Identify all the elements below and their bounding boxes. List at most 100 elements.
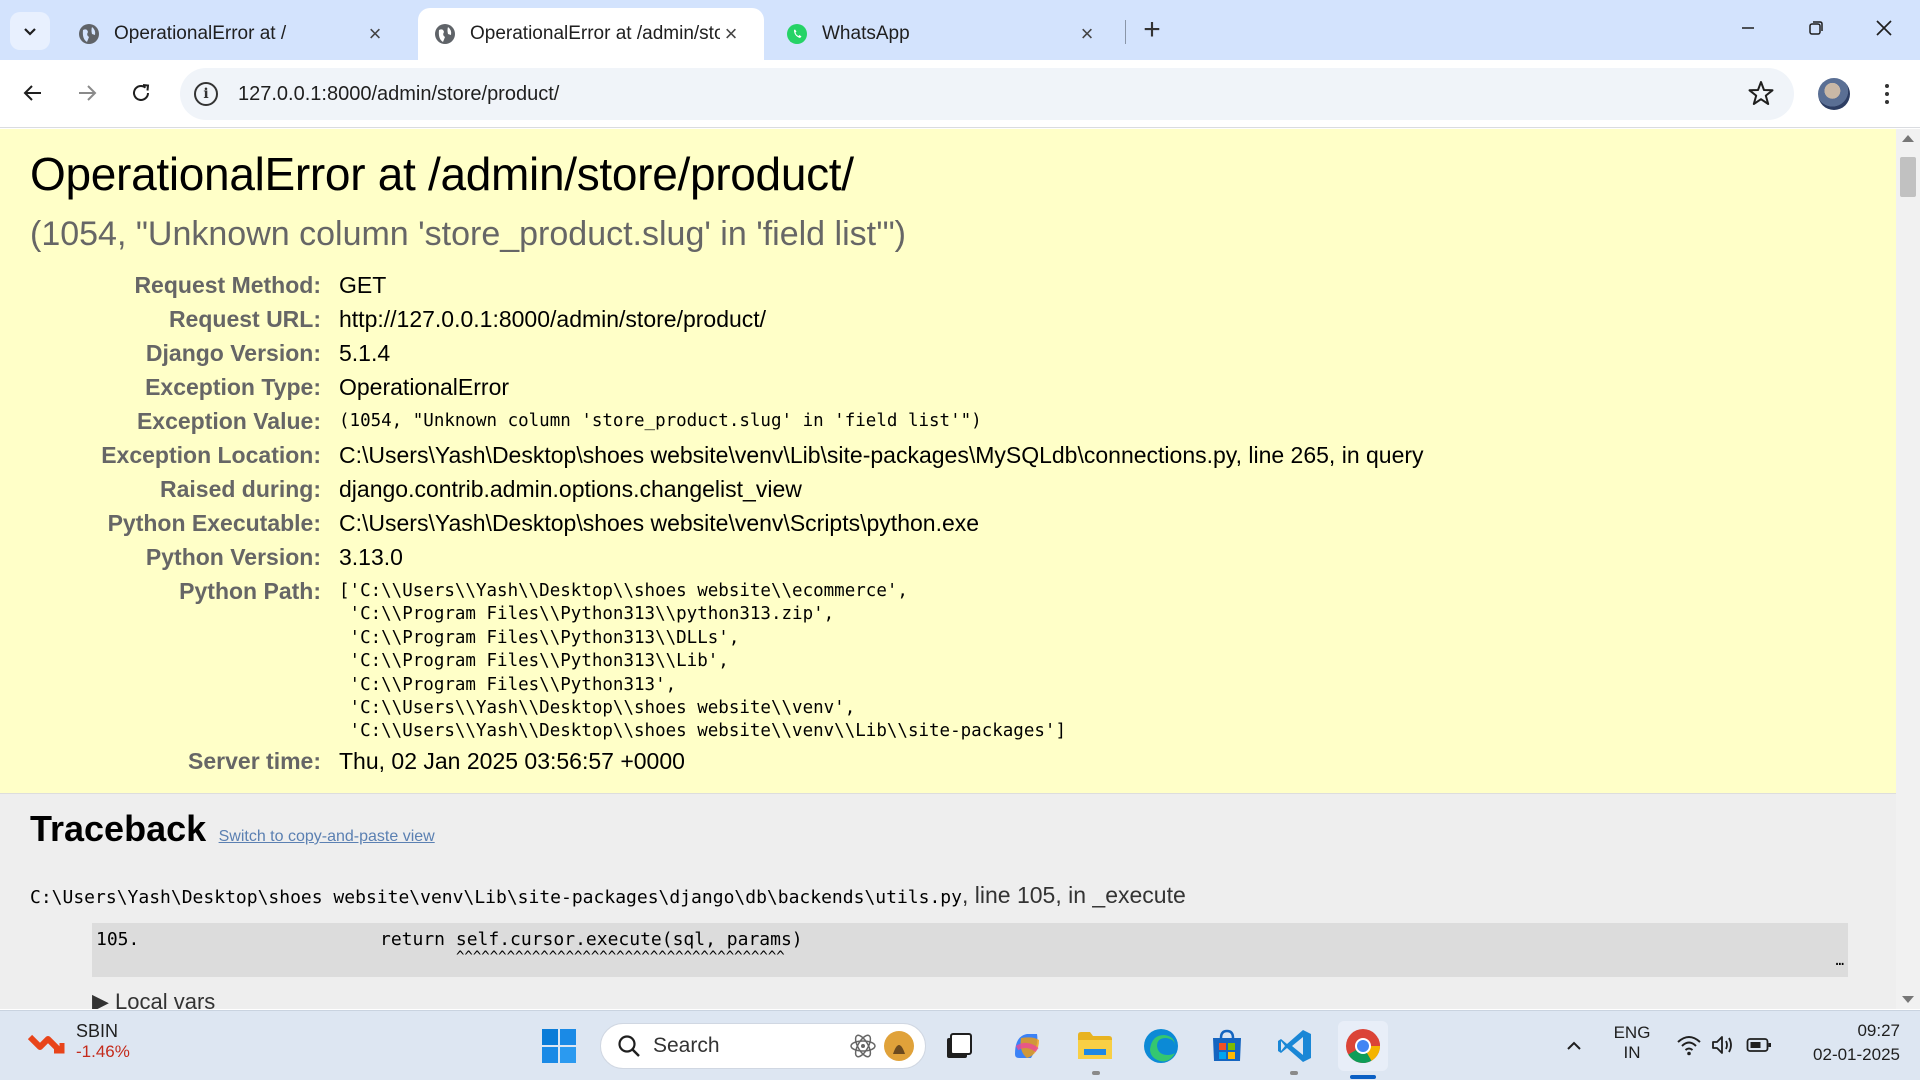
stock-trend-icon <box>28 1034 65 1053</box>
show-hidden-icons-button[interactable] <box>1556 1025 1592 1067</box>
tab-title: OperationalError at /admin/store/product… <box>470 23 720 44</box>
python-path-value: ['C:\\Users\\Yash\\Desktop\\shoes websit… <box>339 581 1066 742</box>
close-icon[interactable]: × <box>720 21 742 46</box>
wifi-icon[interactable] <box>1676 1033 1702 1057</box>
browser-toolbar: i 127.0.0.1:8000/admin/store/product/ <box>0 60 1920 128</box>
meta-label: Request URL: <box>168 306 321 332</box>
error-subtitle: (1054, "Unknown column 'store_product.sl… <box>30 215 906 253</box>
task-view-button[interactable] <box>938 1025 980 1067</box>
request-meta-table: Request Method: GET Request URL: http://12… <box>30 268 1424 778</box>
meta-label: Exception Location: <box>101 442 321 468</box>
copilot-button[interactable] <box>1006 1025 1048 1067</box>
clock[interactable]: 09:27 02-01-2025 <box>1790 1021 1900 1065</box>
chrome-button[interactable] <box>1338 1021 1388 1071</box>
meta-label: Raised during: <box>159 476 321 502</box>
meta-value: 5.1.4 <box>339 340 391 366</box>
reload-button[interactable] <box>120 72 162 114</box>
switch-view-link[interactable]: Switch to copy-and-paste view <box>219 828 435 845</box>
tab-operationalerror-root[interactable]: OperationalError at / × <box>62 8 402 60</box>
meta-value: http://127.0.0.1:8000/admin/store/produc… <box>339 306 767 332</box>
file-explorer-button[interactable] <box>1074 1025 1116 1067</box>
store-button[interactable] <box>1206 1025 1248 1067</box>
url-text[interactable]: 127.0.0.1:8000/admin/store/product/ <box>238 83 559 106</box>
tab-operationalerror-product[interactable]: OperationalError at /admin/store/product… <box>418 8 764 60</box>
meta-value: C:\Users\Yash\Desktop\shoes website\venv… <box>339 442 1424 468</box>
meta-row: Exception Type: OperationalError <box>30 370 1424 404</box>
battery-icon[interactable] <box>1746 1035 1772 1055</box>
restore-icon <box>1809 21 1823 35</box>
meta-label: Exception Type: <box>145 374 321 400</box>
meta-row: Server time: Thu, 02 Jan 2025 03:56:57 +0… <box>30 744 1424 778</box>
whatsapp-icon <box>787 24 807 44</box>
restore-button[interactable] <box>1788 8 1844 48</box>
windows-taskbar: SBIN -1.46% Search ENG IN 09:27 02-01-20… <box>0 1010 1920 1080</box>
arrow-left-icon <box>23 85 41 101</box>
tab-title: OperationalError at / <box>114 23 287 44</box>
profile-avatar[interactable] <box>1818 78 1850 110</box>
search-icon <box>618 1035 640 1057</box>
meta-label: Python Executable: <box>107 510 321 536</box>
meta-row: Python Version: 3.13.0 <box>30 540 1424 574</box>
atom-icon <box>850 1034 876 1058</box>
error-title: OperationalError at /admin/store/product… <box>30 148 854 200</box>
meta-label: Python Version: <box>145 544 321 570</box>
close-window-button[interactable] <box>1856 8 1912 48</box>
chrome-icon <box>1346 1029 1380 1063</box>
chevron-up-icon <box>1567 1041 1581 1050</box>
bookmark-star-icon[interactable] <box>1748 80 1774 106</box>
chevron-down-icon <box>24 28 36 36</box>
tab-search-button[interactable] <box>10 12 50 50</box>
scrollbar-thumb[interactable] <box>1900 157 1916 197</box>
vertical-scrollbar[interactable] <box>1896 129 1920 1009</box>
tab-strip: OperationalError at / × OperationalError… <box>0 0 1920 60</box>
vscode-button[interactable] <box>1274 1025 1316 1067</box>
region-code: IN <box>1623 1043 1641 1062</box>
close-icon[interactable]: × <box>364 21 386 46</box>
task-view-icon <box>947 1033 972 1058</box>
site-info-icon[interactable]: i <box>194 82 218 106</box>
tab-whatsapp[interactable]: WhatsApp × <box>770 8 1114 60</box>
forward-button[interactable] <box>66 72 108 114</box>
meta-value: C:\Users\Yash\Desktop\shoes website\venv… <box>339 510 980 536</box>
language-indicator[interactable]: ENG IN <box>1606 1023 1658 1063</box>
active-indicator <box>1350 1075 1376 1079</box>
stock-widget[interactable]: SBIN -1.46% <box>28 1021 130 1062</box>
volume-icon[interactable] <box>1710 1033 1736 1057</box>
address-bar[interactable]: i 127.0.0.1:8000/admin/store/product/ <box>180 68 1794 120</box>
more-context-ellipsis[interactable]: … <box>1836 953 1844 969</box>
local-vars-toggle[interactable]: ▶ Local vars <box>92 989 1866 1009</box>
error-summary: OperationalError at /admin/store/product… <box>0 129 1896 794</box>
back-button[interactable] <box>12 72 54 114</box>
stock-name: SBIN <box>76 1021 119 1041</box>
arrow-right-icon <box>79 85 97 101</box>
line-number: 105. <box>96 929 140 950</box>
close-icon[interactable]: × <box>1076 21 1098 46</box>
taskbar-search[interactable]: Search <box>600 1023 926 1069</box>
meta-value: OperationalError <box>339 374 510 400</box>
minimize-button[interactable] <box>1720 8 1776 48</box>
frame-path: C:\Users\Yash\Desktop\shoes website\venv… <box>30 887 962 908</box>
meta-value: django.contrib.admin.options.changelist_… <box>339 476 802 502</box>
meta-row: Request Method: GET <box>30 268 1424 302</box>
meta-row: Exception Location: C:\Users\Yash\Desktop… <box>30 438 1424 472</box>
new-tab-button[interactable]: + <box>1136 13 1168 46</box>
start-button[interactable] <box>538 1025 580 1067</box>
source-line: return self.cursor.execute(sql, params) <box>380 929 803 950</box>
clock-time: 09:27 <box>1857 1021 1900 1040</box>
meta-row: Django Version: 5.1.4 <box>30 336 1424 370</box>
scroll-down-icon[interactable] <box>1902 996 1914 1003</box>
frame-location: C:\Users\Yash\Desktop\shoes website\venv… <box>30 882 1866 909</box>
running-indicator <box>1092 1071 1100 1075</box>
close-icon <box>1876 20 1892 36</box>
meta-value: 3.13.0 <box>339 544 403 570</box>
edge-button[interactable] <box>1140 1025 1182 1067</box>
browser-menu-icon[interactable] <box>1872 78 1902 110</box>
code-context[interactable]: 105. return self.cursor.execute(sql, par… <box>92 923 1848 977</box>
meta-value: GET <box>339 272 387 298</box>
minimize-icon <box>1742 27 1754 29</box>
meta-row: Raised during: django.contrib.admin.optio… <box>30 472 1424 506</box>
meta-label: Python Path: <box>179 578 321 604</box>
scroll-up-icon[interactable] <box>1902 135 1914 142</box>
error-carets: ^^^^^^^^^^^^^^^^^^^^^^^^^^^^^^^^^^^^^^^ <box>456 949 785 965</box>
clock-date: 02-01-2025 <box>1813 1045 1900 1064</box>
